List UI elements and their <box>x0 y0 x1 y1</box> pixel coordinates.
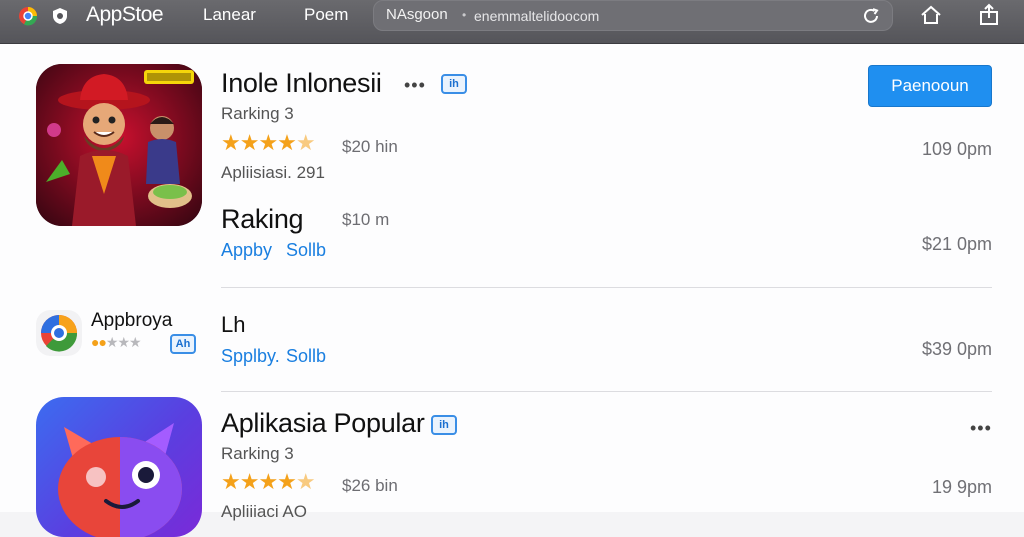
store-brand[interactable]: AppStoe <box>86 3 164 27</box>
search-bar[interactable]: NAsgoon • <box>373 0 893 31</box>
popular-rating-stars: ★★★★★ <box>221 469 316 494</box>
small-app-code: Lh <box>221 312 246 337</box>
ranking-row-price: $10 m <box>342 210 390 229</box>
chat-app-icon <box>36 310 82 356</box>
game-character-icon <box>36 64 202 226</box>
featured-app-title[interactable]: Inole Inlonesii <box>221 68 382 99</box>
home-icon[interactable] <box>918 2 944 28</box>
featured-price: $20 hin <box>342 137 398 156</box>
nav-link-lanear[interactable]: Lanear <box>203 5 256 25</box>
share-icon[interactable] <box>976 2 1002 28</box>
featured-ranking-label: Rarking 3 <box>221 104 294 123</box>
small-app-icon[interactable] <box>36 310 82 356</box>
ranking-row-title[interactable]: Raking <box>221 204 304 235</box>
popular-more-menu-icon[interactable]: ••• <box>970 418 992 439</box>
featured-info-badge[interactable]: ih <box>441 74 467 94</box>
cat-mascot-icon <box>58 423 182 537</box>
small-app-name[interactable]: Appbroya <box>91 310 172 332</box>
small-app-time: $39 0pm <box>921 339 992 359</box>
popular-time: 19 9pm <box>931 477 992 497</box>
featured-time: 109 0pm <box>921 139 992 159</box>
search-input[interactable] <box>474 5 834 27</box>
ranking-row-time: $21 0pm <box>921 234 992 254</box>
app-logo-icon[interactable] <box>18 6 38 26</box>
featured-action-button[interactable]: Paenooun <box>868 65 992 107</box>
search-separator: • <box>462 8 467 22</box>
small-app-link-b[interactable]: Sollb <box>286 346 326 367</box>
featured-rating-stars: ★★★★★ <box>221 130 316 155</box>
popular-ranking-label: Rarking 3 <box>221 444 294 463</box>
row-divider <box>221 287 992 288</box>
popular-app-icon[interactable] <box>36 397 202 537</box>
featured-more-menu-icon[interactable]: ••• <box>404 75 426 96</box>
featured-category: Apliisiasi. 291 <box>221 163 325 182</box>
popular-category: Apliiiaci AO <box>221 502 307 521</box>
small-app-rating-stars: ●●★★★ <box>91 334 142 350</box>
small-app-link-a[interactable]: Spplby. <box>221 346 280 367</box>
featured-app-icon[interactable] <box>36 64 202 226</box>
small-app-badge[interactable]: Ah <box>170 334 196 354</box>
popular-app-title[interactable]: Aplikasia Popular <box>221 408 425 439</box>
shield-icon[interactable] <box>50 6 70 26</box>
browser-toolbar: AppStoe Lanear Poem NAsgoon • <box>0 0 1024 44</box>
popular-price: $26 bin <box>342 476 398 495</box>
ranking-row-link-b[interactable]: Sollb <box>286 240 326 261</box>
app-list-panel: Inole Inlonesii ••• ih Paenooun Rarking … <box>0 44 1024 537</box>
row-divider <box>221 391 992 392</box>
popular-info-badge[interactable]: ih <box>431 415 457 435</box>
ranking-row-link-a[interactable]: Appby <box>221 240 272 261</box>
search-scope-chip[interactable]: NAsgoon <box>386 6 448 23</box>
nav-link-poem[interactable]: Poem <box>304 5 348 25</box>
reload-icon[interactable] <box>860 5 882 27</box>
